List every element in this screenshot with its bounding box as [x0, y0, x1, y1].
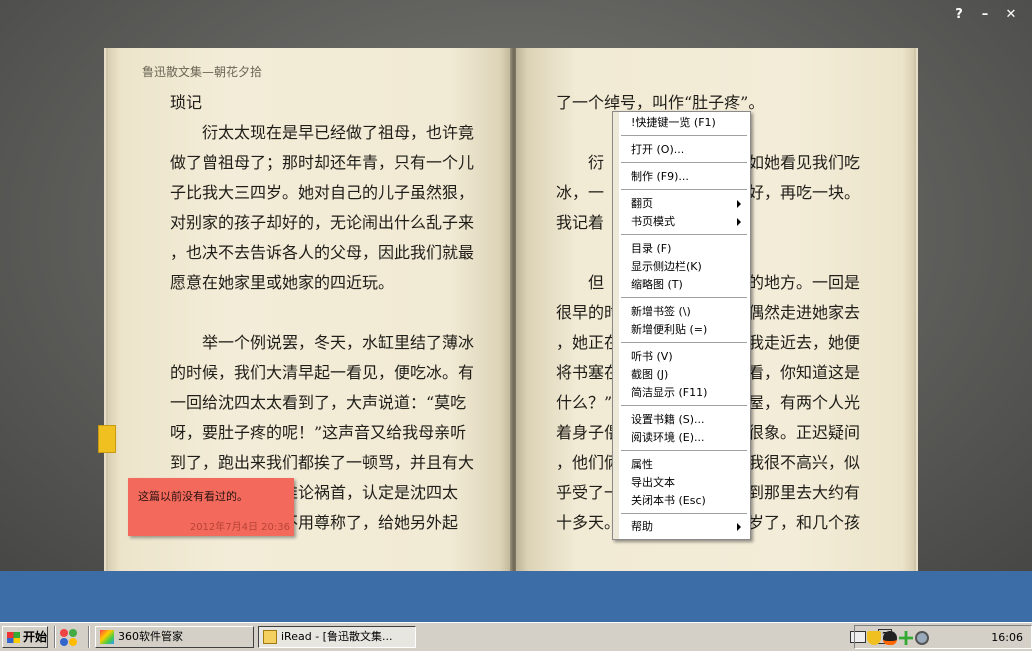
text-line — [748, 88, 868, 118]
menu-item-close-book[interactable]: 关闭本书 (Esc) — [631, 493, 706, 509]
text-line: 举一个例说罢，冬天，水缸里结了薄冰 — [170, 333, 475, 352]
text-line: 琐记 — [170, 93, 203, 112]
taskbar-separator — [88, 626, 90, 648]
text-line: 岁了，和几个孩 — [748, 513, 861, 532]
start-label: 开始 — [23, 630, 48, 644]
minimize-button[interactable]: – — [972, 6, 998, 24]
text-line: 好，再吃一块。 — [748, 183, 861, 202]
text-line: 我走近去，她便 — [748, 333, 861, 352]
text-line: 的时候，我们大清早起一看见，便吃冰。有 — [170, 363, 475, 382]
task-iread[interactable]: iRead - [鲁迅散文集... — [258, 626, 416, 648]
text-line — [748, 208, 868, 238]
submenu-arrow-icon — [737, 523, 741, 531]
menu-item-add-sticky[interactable]: 新增便利贴 (=) — [631, 322, 707, 338]
menu-separator — [621, 297, 747, 299]
menu-separator — [621, 513, 747, 515]
sticky-note[interactable]: 这篇以前没有看过的。 2012年7月4日 20:36 — [128, 478, 294, 536]
security-shield-icon[interactable] — [867, 631, 881, 645]
text-line: 子比我大三四岁。她对自己的儿子虽然狠， — [170, 183, 475, 202]
menu-item-thumbnail[interactable]: 缩略图 (T) — [631, 277, 683, 293]
text-line: 屋，有两个人光 — [748, 393, 861, 412]
menu-item-export-text[interactable]: 导出文本 — [631, 475, 675, 491]
text-line: 很象。正迟疑间 — [748, 423, 861, 442]
submenu-arrow-icon — [737, 218, 741, 226]
menu-item-add-bookmark[interactable]: 新增书签 (\) — [631, 304, 691, 320]
menu-item-screenshot[interactable]: 截图 (J) — [631, 367, 668, 383]
quick-launch-icon[interactable] — [60, 629, 78, 647]
qq-penguin-icon[interactable] — [883, 631, 897, 645]
taskbar: 开始 360软件管家 iRead - [鲁迅散文集... ? 16:06 — [0, 622, 1032, 651]
menu-item-flip[interactable]: 翻页 — [631, 196, 653, 212]
right-page-text-tail: 如她看见我们吃 好，再吃一块。 的地方。一回是 偶然走进她家去 我走近去，她便 … — [748, 88, 868, 538]
menu-item-book-settings[interactable]: 设置书籍 (S)... — [631, 412, 705, 428]
text-line: 我很不高兴，似 — [748, 453, 861, 472]
text-line: 到那里去大约有 — [748, 483, 861, 502]
menu-separator — [621, 342, 747, 344]
menu-separator — [621, 162, 747, 164]
task-360-software-manager[interactable]: 360软件管家 — [95, 626, 254, 648]
360-guard-icon[interactable] — [899, 631, 913, 645]
text-line — [170, 298, 488, 328]
menu-separator — [621, 450, 747, 452]
help-button[interactable]: ? — [946, 6, 972, 24]
task-label: iRead - [鲁迅散文集... — [281, 630, 393, 643]
close-button[interactable]: ✕ — [998, 6, 1024, 24]
menu-separator — [621, 234, 747, 236]
taskbar-separator — [54, 626, 56, 648]
text-line: 如她看见我们吃 — [748, 153, 861, 172]
text-line: 衍太太现在是早已经做了祖母，也许竟 — [170, 123, 475, 142]
text-line — [748, 238, 868, 268]
book-title-header: 鲁迅散文集—朝花夕拾 — [142, 65, 263, 79]
reader-window: ? – ✕ 鲁迅散文集—朝花夕拾 琐记 衍太太现在是早已经做了祖母，也许竟 做了… — [0, 0, 1032, 571]
text-line: ，也决不去告诉各人的父母，因此我们就最 — [170, 243, 475, 262]
task-label: 360软件管家 — [118, 630, 183, 643]
quick-launch-icon-part — [60, 629, 68, 637]
text-line: 到了，跑出来我们都挨了一顿骂，并且有大 — [170, 453, 475, 472]
quick-launch-icon-part — [69, 638, 77, 646]
menu-item-reading-env[interactable]: 阅读环境 (E)... — [631, 430, 705, 446]
context-menu: !快捷键一览 (F1) 打开 (O)... 制作 (F9)... 翻页 书页模式… — [612, 111, 751, 540]
text-line: 偶然走进她家去 — [748, 303, 861, 322]
text-line: 一回给沈四太太看到了，大声说道：“莫吃 — [170, 393, 467, 412]
text-line: 做了曾祖母了；那时却还年青，只有一个儿 — [170, 153, 475, 172]
menu-item-sidebar[interactable]: 显示侧边栏(K) — [631, 259, 702, 275]
iread-book-icon — [263, 630, 277, 644]
clock: 16:06 — [991, 631, 1023, 644]
sticky-note-time: 2012年7月4日 20:36 — [189, 522, 290, 533]
menu-item-make[interactable]: 制作 (F9)... — [631, 169, 689, 185]
quick-launch-icon-part — [69, 629, 77, 637]
bookmark-tab[interactable] — [98, 425, 116, 453]
text-line: 的地方。一回是 — [748, 273, 861, 292]
start-button[interactable]: 开始 — [2, 626, 48, 648]
text-line: 看，你知道这是 — [748, 363, 861, 382]
text-line — [748, 118, 868, 148]
menu-item-listen[interactable]: 听书 (V) — [631, 349, 673, 365]
menu-item-shortcuts[interactable]: !快捷键一览 (F1) — [631, 115, 716, 131]
network-icon[interactable] — [915, 631, 929, 645]
app-360-icon — [100, 630, 114, 644]
menu-item-toc[interactable]: 目录 (F) — [631, 241, 671, 257]
text-line: 呀，要肚子疼的呢！”这声音又给我母亲听 — [170, 423, 467, 442]
windows-logo-icon — [7, 632, 20, 643]
quick-launch-icon-part — [60, 638, 68, 646]
text-line: 对别家的孩子却好的，无论闹出什么乱子来 — [170, 213, 475, 232]
menu-separator — [621, 135, 747, 137]
text-line: 愿意在她家里或她家的四近玩。 — [170, 273, 395, 292]
submenu-arrow-icon — [737, 200, 741, 208]
menu-separator — [621, 405, 747, 407]
menu-item-help[interactable]: 帮助 — [631, 519, 653, 535]
system-tray: 16:06 — [854, 625, 1032, 649]
menu-item-page-mode[interactable]: 书页模式 — [631, 214, 675, 230]
menu-item-open[interactable]: 打开 (O)... — [631, 142, 684, 158]
menu-item-properties[interactable]: 属性 — [631, 457, 653, 473]
menu-separator — [621, 189, 747, 191]
left-page-text: 琐记 衍太太现在是早已经做了祖母，也许竟 做了曾祖母了；那时却还年青，只有一个儿… — [170, 88, 488, 538]
menu-item-simple-view[interactable]: 简洁显示 (F11) — [631, 385, 707, 401]
sticky-note-text: 这篇以前没有看过的。 — [138, 490, 248, 503]
window-controls: ? – ✕ — [946, 6, 1024, 24]
